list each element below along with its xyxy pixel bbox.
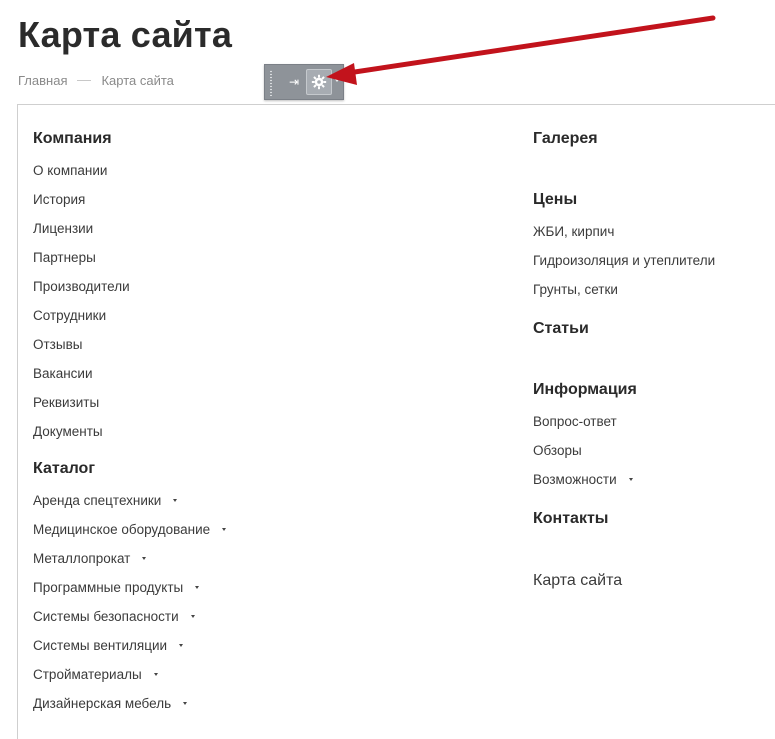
- edit-mode-toolbar: ⇥: [264, 64, 344, 100]
- chevron-down-icon[interactable]: [183, 702, 188, 705]
- section-title-info[interactable]: Информация: [533, 379, 773, 401]
- link-ventilation[interactable]: Системы вентиляции: [33, 631, 483, 660]
- section-title-catalog[interactable]: Каталог: [33, 458, 483, 480]
- chevron-down-icon[interactable]: [179, 644, 184, 647]
- settings-button[interactable]: [306, 69, 332, 95]
- breadcrumb-current: Карта сайта: [101, 73, 174, 88]
- chevron-down-icon[interactable]: [222, 528, 227, 531]
- drag-handle[interactable]: [269, 70, 273, 96]
- chevron-down-icon[interactable]: [334, 78, 340, 82]
- section-title-company[interactable]: Компания: [33, 128, 483, 150]
- chevron-down-icon[interactable]: [153, 673, 158, 676]
- link-equipment-rental[interactable]: Аренда спецтехники: [33, 486, 483, 515]
- section-title-prices[interactable]: Цены: [533, 189, 773, 211]
- gear-icon: [311, 74, 327, 90]
- breadcrumb-home[interactable]: Главная: [18, 73, 67, 88]
- link-vacancies[interactable]: Вакансии: [33, 359, 483, 388]
- breadcrumb: Главная Карта сайта: [18, 73, 174, 88]
- link-features[interactable]: Возможности: [533, 465, 773, 494]
- chevron-down-icon[interactable]: [195, 586, 200, 589]
- breadcrumb-separator: [77, 80, 92, 81]
- link-sitemap[interactable]: Карта сайта: [533, 566, 773, 595]
- page-title: Карта сайта: [18, 14, 233, 55]
- sitemap-left-column: Компания О компании История Лицензии Пар…: [33, 128, 483, 718]
- link-concrete-brick[interactable]: ЖБИ, кирпич: [533, 217, 773, 246]
- chevron-down-icon[interactable]: [190, 615, 195, 618]
- pin-icon[interactable]: ⇥: [285, 72, 303, 92]
- link-documents[interactable]: Документы: [33, 417, 483, 446]
- link-staff[interactable]: Сотрудники: [33, 301, 483, 330]
- section-title-contacts[interactable]: Контакты: [533, 508, 773, 530]
- link-metal[interactable]: Металлопрокат: [33, 544, 483, 573]
- chevron-down-icon[interactable]: [628, 478, 633, 481]
- link-medical-equipment[interactable]: Медицинское оборудование: [33, 515, 483, 544]
- link-manufacturers[interactable]: Производители: [33, 272, 483, 301]
- link-faq[interactable]: Вопрос-ответ: [533, 407, 773, 436]
- link-building-materials[interactable]: Стройматериалы: [33, 660, 483, 689]
- link-waterproofing[interactable]: Гидроизоляция и утеплители: [533, 246, 773, 275]
- link-security-systems[interactable]: Системы безопасности: [33, 602, 483, 631]
- chevron-down-icon[interactable]: [173, 499, 178, 502]
- section-title-gallery[interactable]: Галерея: [533, 128, 773, 150]
- link-history[interactable]: История: [33, 185, 483, 214]
- link-about[interactable]: О компании: [33, 156, 483, 185]
- chevron-down-icon[interactable]: [142, 557, 147, 560]
- link-licenses[interactable]: Лицензии: [33, 214, 483, 243]
- sitemap-right-column: Галерея Цены ЖБИ, кирпич Гидроизоляция и…: [533, 128, 773, 595]
- link-requisites[interactable]: Реквизиты: [33, 388, 483, 417]
- link-soils-meshes[interactable]: Грунты, сетки: [533, 275, 773, 304]
- link-reviews[interactable]: Отзывы: [33, 330, 483, 359]
- link-reviews-info[interactable]: Обзоры: [533, 436, 773, 465]
- section-title-articles[interactable]: Статьи: [533, 318, 773, 340]
- link-designer-furniture[interactable]: Дизайнерская мебель: [33, 689, 483, 718]
- link-partners[interactable]: Партнеры: [33, 243, 483, 272]
- link-software[interactable]: Программные продукты: [33, 573, 483, 602]
